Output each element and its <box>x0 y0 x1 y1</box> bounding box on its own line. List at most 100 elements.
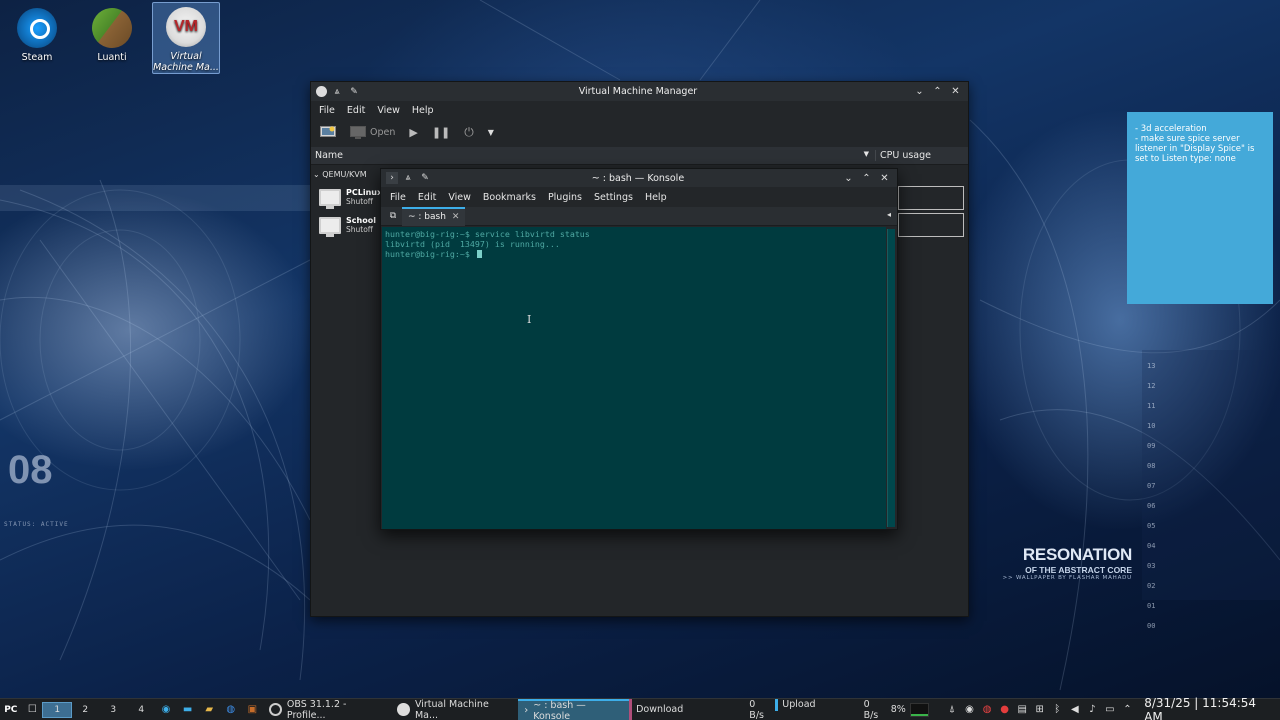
desktop-icon-label: Virtual Machine Ma... <box>153 51 219 73</box>
sticky-note[interactable]: - 3d acceleration - make sure spice serv… <box>1127 112 1273 304</box>
desktop-icon-virtual-machine-manager[interactable]: VM Virtual Machine Ma... <box>152 2 220 74</box>
pin-icon[interactable]: ✎ <box>347 85 361 99</box>
menu-view[interactable]: View <box>442 192 477 203</box>
menu-bookmarks[interactable]: Bookmarks <box>477 192 542 203</box>
play-icon: ▶ <box>409 126 418 139</box>
virt-manager-icon: VM <box>166 7 206 47</box>
new-vm-icon <box>320 126 336 137</box>
column-name-label: Name <box>315 150 344 161</box>
terminal-scrollbar[interactable] <box>887 229 895 527</box>
web-icon[interactable]: ◍ <box>223 702 239 718</box>
cpu-usage-graph <box>898 213 964 237</box>
run-button[interactable]: ▶ <box>405 126 421 139</box>
maximize-icon[interactable]: ⌃ <box>859 173 874 184</box>
wallpaper-tick-label: 08 <box>1147 462 1156 470</box>
folder-icon[interactable]: ▬ <box>180 702 196 718</box>
wallpaper-tick-label: 05 <box>1147 522 1156 530</box>
wallpaper-brand-title: RESONATION <box>1022 545 1132 564</box>
column-cpu-usage[interactable]: CPU usage <box>876 150 931 161</box>
application-launcher-icon[interactable]: PC <box>3 702 19 718</box>
desktop-icon-luanti[interactable]: Luanti <box>78 2 146 63</box>
menu-file[interactable]: File <box>384 192 412 203</box>
close-icon[interactable]: ✕ <box>948 86 963 97</box>
steam-icon <box>17 8 57 48</box>
desktop-icon-steam[interactable]: Steam <box>3 2 71 63</box>
maximize-icon[interactable]: ⌃ <box>930 86 945 97</box>
konsole-titlebar[interactable]: › ⩓ ✎ ~ : bash — Konsole ⌄ ⌃ ✕ <box>381 169 897 187</box>
task-obs[interactable]: OBS 31.1.2 - Profile... <box>263 699 391 720</box>
vmm-titlebar[interactable]: ⩓ ✎ Virtual Machine Manager ⌄ ⌃ ✕ <box>311 82 968 101</box>
menu-plugins[interactable]: Plugins <box>542 192 588 203</box>
display-icon[interactable]: ▭ <box>1103 704 1117 715</box>
shutdown-menu-button[interactable]: ▼ <box>484 128 498 137</box>
close-icon[interactable]: ✕ <box>877 173 892 184</box>
cpu-percent: 8% <box>890 704 906 715</box>
wallpaper-tick-label: 02 <box>1147 582 1156 590</box>
tab-menu-icon[interactable]: ◂ <box>887 210 891 219</box>
record-icon[interactable]: ● <box>998 704 1012 715</box>
vm-row-school[interactable]: School Shutoff <box>319 216 376 237</box>
menu-settings[interactable]: Settings <box>588 192 639 203</box>
tab-bash[interactable]: ~ : bash ✕ <box>402 206 466 226</box>
konsole-icon: › <box>524 705 529 716</box>
task-virtual-machine-manager[interactable]: Virtual Machine Ma... <box>391 699 518 720</box>
keep-above-icon[interactable]: ⩓ <box>401 171 415 185</box>
new-vm-button[interactable] <box>316 126 340 139</box>
pause-button[interactable]: ❚❚ <box>428 126 454 139</box>
wallpaper-tick-label: 06 <box>1147 502 1156 510</box>
menu-view[interactable]: View <box>371 105 406 116</box>
show-desktop-icon[interactable]: ☐ <box>25 702 41 718</box>
upload-icon <box>775 698 779 711</box>
chevron-down-icon[interactable]: ⌄ <box>313 170 320 179</box>
vm-monitor-icon <box>319 188 341 209</box>
menu-help[interactable]: Help <box>639 192 673 203</box>
menu-file[interactable]: File <box>313 105 341 116</box>
pin-icon[interactable]: ✎ <box>418 171 432 185</box>
task-konsole[interactable]: › ~ : bash — Konsole <box>518 699 630 720</box>
clipboard-icon[interactable]: ▤ <box>1015 704 1029 715</box>
file-manager-icon[interactable]: ▰ <box>201 702 217 718</box>
wallpaper-tick-label: 13 <box>1147 362 1156 370</box>
shutdown-button[interactable]: ⏻ <box>460 125 478 140</box>
menu-edit[interactable]: Edit <box>412 192 442 203</box>
minimize-icon[interactable]: ⌄ <box>912 86 927 97</box>
minimize-icon[interactable]: ⌄ <box>841 173 856 184</box>
sort-chevron-icon[interactable]: ▼ <box>864 150 869 161</box>
wallpaper-tick-label: 01 <box>1147 602 1156 610</box>
volume-icon[interactable]: ◀ <box>1068 704 1082 715</box>
column-name[interactable]: Name ▼ <box>311 150 876 161</box>
obs-tray-icon[interactable]: ◍ <box>980 704 994 715</box>
konsole-icon[interactable]: › <box>386 172 398 184</box>
vm-name: PCLinux <box>346 188 383 197</box>
wallpaper-tick-label: 04 <box>1147 542 1156 550</box>
wallpaper-tick-label: 10 <box>1147 422 1156 430</box>
chevron-up-icon[interactable]: ⌃ <box>1121 704 1135 715</box>
menu-edit[interactable]: Edit <box>341 105 371 116</box>
microphone-icon[interactable]: ♪ <box>1086 704 1100 715</box>
connection-label: QEMU/KVM <box>322 170 367 179</box>
desktop-2[interactable]: 2 <box>71 703 99 717</box>
terminal-output[interactable]: hunter@big-rig:~$ service libvirtd statu… <box>382 227 886 529</box>
clock[interactable]: 8/31/25 | 11:54:54 AM <box>1144 696 1274 720</box>
desktop-1[interactable]: 1 <box>42 701 73 718</box>
new-tab-icon[interactable]: ⧉ <box>384 207 402 225</box>
desktop-4[interactable]: 4 <box>127 703 155 717</box>
mouse-ibeam-cursor-icon: I <box>527 313 532 326</box>
vm-name: School <box>346 216 376 225</box>
desktop-3[interactable]: 3 <box>99 703 127 717</box>
menu-help[interactable]: Help <box>406 105 440 116</box>
notifications-icon[interactable]: ⍋ <box>945 704 959 715</box>
app-icon[interactable]: ▣ <box>245 702 261 718</box>
net-download-speed: 0 B/s <box>749 698 764 720</box>
keep-above-icon[interactable]: ⩓ <box>330 85 344 99</box>
virt-manager-icon[interactable] <box>316 86 327 97</box>
vm-row-pclinux[interactable]: PCLinux Shutoff <box>319 188 383 209</box>
browser-icon[interactable]: ◉ <box>158 702 174 718</box>
task-download[interactable]: Download <box>629 699 689 720</box>
close-tab-icon[interactable]: ✕ <box>452 212 460 222</box>
open-button[interactable]: Open <box>346 126 399 139</box>
bluetooth-icon[interactable]: ᛒ <box>1050 704 1064 715</box>
network-icon[interactable]: ⊞ <box>1033 704 1047 715</box>
connection-row-qemu[interactable]: ⌄ QEMU/KVM <box>313 170 367 179</box>
steam-tray-icon[interactable]: ◉ <box>963 704 977 715</box>
